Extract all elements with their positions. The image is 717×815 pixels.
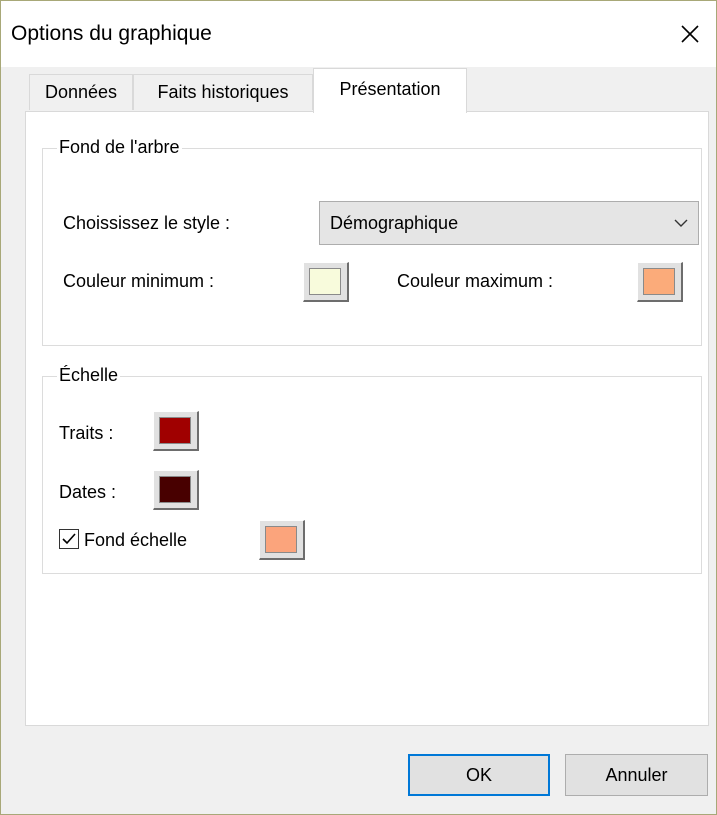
traits-color-swatch — [159, 417, 191, 444]
close-button[interactable] — [669, 13, 711, 55]
background-scale-color-button[interactable] — [259, 520, 305, 560]
style-label: Choississez le style : — [63, 213, 231, 233]
min-color-label: Couleur minimum : — [63, 271, 215, 291]
traits-color-button[interactable] — [153, 411, 199, 451]
background-scale-label: Fond échelle — [84, 530, 188, 550]
title-bar: Options du graphique — [1, 1, 716, 67]
min-color-button[interactable] — [303, 262, 349, 302]
background-scale-color-swatch — [265, 526, 297, 553]
tab-donnees-label: Données — [44, 82, 118, 102]
scale-group: Échelle Traits : Dates : Fond échelle — [42, 364, 702, 574]
background-scale-checkbox[interactable]: Fond échelle — [59, 529, 229, 553]
dates-color-button[interactable] — [153, 470, 199, 510]
scale-legend: Échelle — [57, 364, 121, 386]
tab-faits-historiques-label: Faits historiques — [157, 82, 289, 102]
chevron-down-icon — [674, 219, 688, 227]
checkmark-icon — [62, 533, 76, 545]
checkbox-box — [59, 529, 79, 549]
min-color-swatch — [309, 268, 341, 295]
ok-button-label: OK — [465, 764, 492, 785]
tree-background-group: Fond de l'arbre Choississez le style : D… — [42, 136, 702, 346]
presentation-panel: Fond de l'arbre Choississez le style : D… — [25, 111, 709, 726]
options-dialog: Options du graphique Données Faits histo… — [0, 0, 717, 815]
tab-faits-historiques[interactable]: Faits historiques — [133, 74, 313, 110]
window-title: Options du graphique — [11, 22, 212, 45]
ok-button[interactable]: OK — [408, 754, 550, 796]
max-color-label: Couleur maximum : — [397, 271, 554, 291]
traits-label: Traits : — [59, 423, 114, 443]
tab-donnees[interactable]: Données — [29, 74, 133, 110]
dates-label: Dates : — [59, 482, 117, 502]
style-select-value: Démographique — [330, 213, 459, 233]
tree-background-legend: Fond de l'arbre — [57, 136, 182, 158]
tab-presentation[interactable]: Présentation — [313, 68, 467, 113]
close-icon — [681, 25, 699, 43]
max-color-button[interactable] — [637, 262, 683, 302]
max-color-swatch — [643, 268, 675, 295]
tab-presentation-label: Présentation — [339, 79, 441, 99]
style-select[interactable]: Démographique — [319, 201, 699, 245]
cancel-button[interactable]: Annuler — [565, 754, 708, 796]
dates-color-swatch — [159, 476, 191, 503]
cancel-button-label: Annuler — [605, 764, 668, 785]
